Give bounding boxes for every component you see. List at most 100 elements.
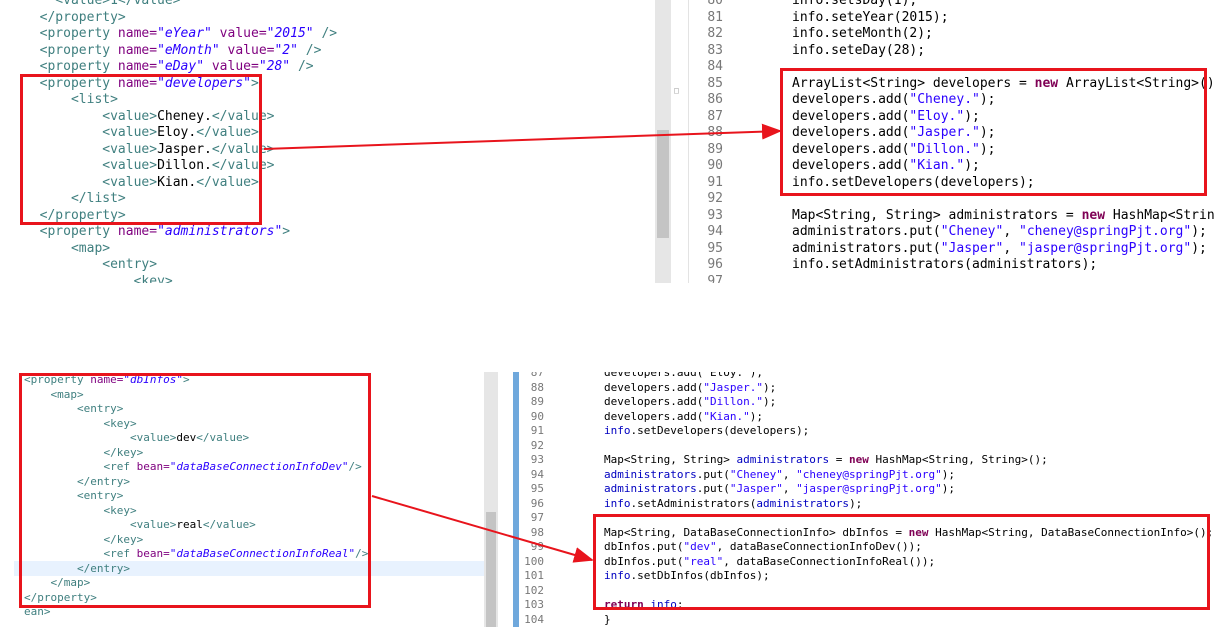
scrollbar-thumb[interactable] (486, 512, 496, 627)
scrollbar-thumb[interactable] (657, 130, 669, 238)
code-token: developers.add( (604, 395, 704, 408)
code-line[interactable]: </property> (24, 10, 126, 26)
code-token: ); (1191, 240, 1207, 256)
code-token: ); (749, 409, 763, 423)
bottom-xml-scrollbar[interactable] (484, 372, 498, 627)
code-token: info (604, 424, 631, 437)
code-token: , (782, 467, 797, 481)
line-number: 90 (530, 409, 544, 423)
line-number: 96 (707, 257, 723, 272)
code-line[interactable]: info.setsDay(1); (792, 0, 917, 9)
code-line[interactable]: <property name="eYear" value="2015" /> (24, 26, 337, 42)
code-token: <value>1</value> (24, 0, 181, 8)
line-number: 101 (524, 569, 544, 582)
code-token: name= (117, 42, 158, 58)
code-line[interactable]: administrators.put("Cheney", "cheney@spr… (792, 224, 1207, 240)
code-line[interactable]: Map<String, String> administrators = new… (604, 453, 1048, 468)
line-number: 93 (707, 207, 723, 223)
code-token: administrators (736, 453, 830, 466)
code-token: <map> (24, 240, 111, 256)
line-number: 88 (530, 380, 544, 394)
code-token: ); (941, 467, 956, 481)
code-line[interactable]: <property name="administrators"> (24, 224, 290, 240)
highlight-box-dbinfos-java (593, 514, 1210, 610)
code-token: .put( (696, 482, 730, 495)
code-token: } (604, 612, 611, 626)
code-line[interactable]: info.seteDay(28); (792, 43, 925, 59)
code-token: "Dillon." (703, 395, 763, 408)
code-line[interactable]: info.seteMonth(2); (792, 26, 933, 42)
line-number: 102 (524, 583, 544, 597)
code-line[interactable]: <entry> (24, 257, 157, 273)
code-token: name= (117, 26, 158, 41)
code-token: Map<String, String> (604, 453, 737, 466)
line-number: 81 (707, 9, 723, 25)
code-token: value= (211, 26, 267, 41)
line-number: 97 (707, 273, 723, 284)
code-token: <property (24, 26, 118, 41)
code-token: value= (204, 59, 259, 74)
code-line[interactable]: <map> (24, 241, 110, 257)
line-number: 89 (530, 395, 544, 408)
line-number: 95 (707, 240, 723, 256)
code-line[interactable]: administrators.put("Jasper", "jasper@spr… (604, 482, 955, 497)
line-number: 96 (530, 496, 544, 510)
line-number: 87 (707, 108, 723, 124)
line-number: 97 (530, 511, 544, 524)
code-token: </property> (24, 9, 126, 25)
code-line[interactable]: Map<String, String> administrators = new… (792, 208, 1214, 224)
code-token: "Cheney" (729, 467, 783, 481)
code-token: /> (290, 59, 314, 74)
code-token: "cheney@springPjt.org" (796, 467, 942, 481)
code-line[interactable]: administrators.put("Jasper", "jasper@spr… (792, 241, 1207, 257)
code-token: "eYear" (157, 26, 212, 41)
code-line[interactable]: info.seteYear(2015); (792, 10, 949, 26)
code-line[interactable]: developers.add("Jasper."); (604, 381, 776, 396)
code-token: name= (117, 224, 158, 239)
code-token: Map<String, String> administrators = (792, 207, 1082, 223)
line-number: 94 (707, 224, 723, 239)
code-line[interactable]: } (604, 613, 611, 627)
code-line[interactable]: administrators.put("Cheney", "cheney@spr… (604, 468, 955, 483)
line-number: 103 (524, 598, 544, 611)
code-token: "2015" (266, 26, 314, 41)
code-line[interactable]: developers.add("Eloy."); (604, 372, 763, 381)
code-line[interactable]: developers.add("Kian."); (604, 410, 763, 425)
fold-marker-icon[interactable]: □ (674, 86, 682, 95)
code-line[interactable]: info.setDevelopers(developers); (604, 424, 809, 439)
line-number: 88 (707, 125, 723, 140)
code-line[interactable]: <key> (24, 274, 173, 284)
code-token: "cheney@springPjt.org" (1019, 224, 1192, 239)
line-number: 100 (524, 554, 544, 568)
line-number: 91 (530, 424, 544, 437)
code-line[interactable]: <value>1</value> (24, 0, 181, 9)
code-token: > (282, 224, 291, 239)
code-token: info.seteDay(28); (792, 42, 926, 58)
code-token: developers.add( (604, 409, 704, 423)
code-token: <property (24, 224, 118, 239)
line-number: 99 (530, 540, 544, 553)
line-number: 84 (707, 59, 723, 74)
code-token: info (604, 496, 631, 510)
code-line[interactable]: info.setAdministrators(administrators); (604, 497, 862, 512)
line-number: 83 (707, 42, 723, 58)
line-number: 86 (707, 92, 723, 107)
line-number: 92 (530, 438, 544, 452)
line-number: 104 (524, 612, 544, 626)
highlight-box-developers-java (780, 68, 1207, 196)
code-line[interactable]: <property name="eDay" value="28" /> (24, 59, 314, 75)
code-token: administrators.put( (792, 240, 941, 256)
code-token: .setAdministrators( (630, 496, 757, 510)
code-token: value= (219, 42, 275, 58)
code-line[interactable]: info.setAdministrators(administrators); (792, 257, 1097, 273)
code-token: developers.add("Eloy."); (604, 372, 763, 379)
code-token: name= (117, 59, 158, 74)
code-line[interactable]: <property name="eMonth" value="2" /> (24, 42, 322, 59)
code-token: info.seteYear(2015); (792, 9, 949, 25)
top-xml-scrollbar[interactable] (655, 0, 671, 283)
code-token: "Kian." (703, 409, 750, 423)
line-number: 90 (707, 158, 723, 173)
code-line[interactable]: developers.add("Dillon."); (604, 395, 776, 410)
code-token: new (849, 453, 869, 466)
code-token: ); (762, 395, 777, 408)
